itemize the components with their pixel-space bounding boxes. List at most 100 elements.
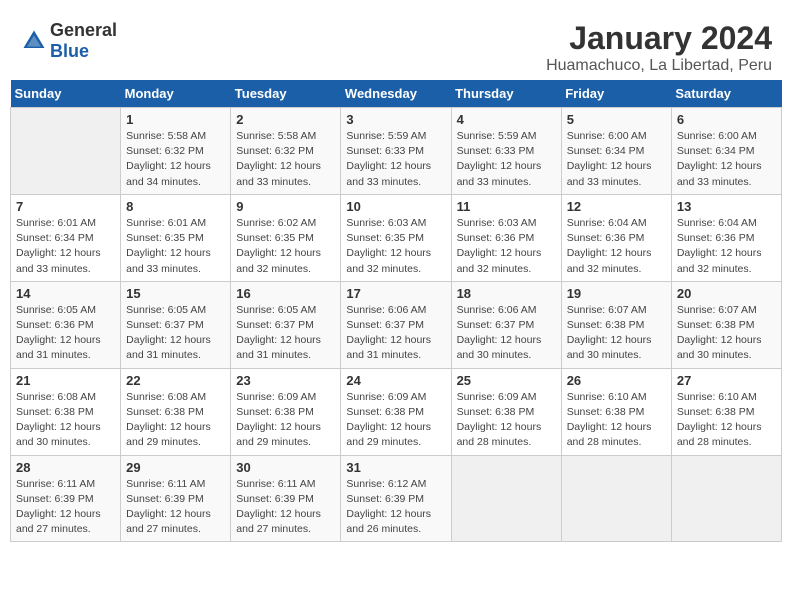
calendar-cell: 29 Sunrise: 6:11 AM Sunset: 6:39 PM Dayli…	[121, 455, 231, 542]
calendar-cell: 15 Sunrise: 6:05 AM Sunset: 6:37 PM Dayli…	[121, 281, 231, 368]
calendar-cell: 26 Sunrise: 6:10 AM Sunset: 6:38 PM Dayli…	[561, 368, 671, 455]
calendar-cell: 5Sunrise: 6:00 AM Sunset: 6:34 PM Daylig…	[561, 108, 671, 195]
day-number: 25	[457, 373, 556, 388]
calendar-cell: 25 Sunrise: 6:09 AM Sunset: 6:38 PM Dayli…	[451, 368, 561, 455]
day-info: Sunrise: 6:11 AM Sunset: 6:39 PM Dayligh…	[126, 477, 225, 538]
calendar-cell: 19 Sunrise: 6:07 AM Sunset: 6:38 PM Dayli…	[561, 281, 671, 368]
day-info: Sunrise: 6:10 AM Sunset: 6:38 PM Dayligh…	[567, 390, 666, 451]
calendar-cell: 24 Sunrise: 6:09 AM Sunset: 6:38 PM Dayli…	[341, 368, 451, 455]
day-number: 21	[16, 373, 115, 388]
header-row: SundayMondayTuesdayWednesdayThursdayFrid…	[11, 80, 782, 108]
day-number: 27	[677, 373, 776, 388]
day-info: Sunrise: 6:06 AM Sunset: 6:37 PM Dayligh…	[457, 303, 556, 364]
page-title: January 2024	[546, 20, 772, 57]
day-info: Sunrise: 6:03 AM Sunset: 6:36 PM Dayligh…	[457, 216, 556, 277]
day-number: 9	[236, 199, 335, 214]
calendar-cell: 4Sunrise: 5:59 AM Sunset: 6:33 PM Daylig…	[451, 108, 561, 195]
day-number: 14	[16, 286, 115, 301]
day-info: Sunrise: 6:07 AM Sunset: 6:38 PM Dayligh…	[567, 303, 666, 364]
day-number: 3	[346, 112, 445, 127]
calendar-cell: 9 Sunrise: 6:02 AM Sunset: 6:35 PM Daylig…	[231, 194, 341, 281]
day-info: Sunrise: 6:11 AM Sunset: 6:39 PM Dayligh…	[236, 477, 335, 538]
logo-text-general: General	[50, 20, 117, 40]
day-number: 13	[677, 199, 776, 214]
header-cell-saturday: Saturday	[671, 80, 781, 108]
day-info: Sunrise: 6:06 AM Sunset: 6:37 PM Dayligh…	[346, 303, 445, 364]
header-cell-tuesday: Tuesday	[231, 80, 341, 108]
calendar-cell	[451, 455, 561, 542]
calendar-cell: 31 Sunrise: 6:12 AM Sunset: 6:39 PM Dayli…	[341, 455, 451, 542]
day-info: Sunrise: 6:05 AM Sunset: 6:37 PM Dayligh…	[236, 303, 335, 364]
day-number: 19	[567, 286, 666, 301]
day-number: 2	[236, 112, 335, 127]
day-number: 28	[16, 460, 115, 475]
day-info: Sunrise: 6:10 AM Sunset: 6:38 PM Dayligh…	[677, 390, 776, 451]
logo-icon	[20, 27, 48, 55]
calendar-cell: 30Sunrise: 6:11 AM Sunset: 6:39 PM Dayli…	[231, 455, 341, 542]
day-info: Sunrise: 6:09 AM Sunset: 6:38 PM Dayligh…	[236, 390, 335, 451]
day-info: Sunrise: 6:09 AM Sunset: 6:38 PM Dayligh…	[457, 390, 556, 451]
calendar-cell	[561, 455, 671, 542]
day-info: Sunrise: 6:00 AM Sunset: 6:34 PM Dayligh…	[677, 129, 776, 190]
day-info: Sunrise: 6:02 AM Sunset: 6:35 PM Dayligh…	[236, 216, 335, 277]
calendar-cell	[11, 108, 121, 195]
day-info: Sunrise: 5:58 AM Sunset: 6:32 PM Dayligh…	[126, 129, 225, 190]
day-number: 12	[567, 199, 666, 214]
day-number: 29	[126, 460, 225, 475]
day-info: Sunrise: 6:04 AM Sunset: 6:36 PM Dayligh…	[677, 216, 776, 277]
header-cell-sunday: Sunday	[11, 80, 121, 108]
calendar-cell: 1 Sunrise: 5:58 AM Sunset: 6:32 PM Daylig…	[121, 108, 231, 195]
calendar-cell: 7 Sunrise: 6:01 AM Sunset: 6:34 PM Daylig…	[11, 194, 121, 281]
logo-text-blue: Blue	[50, 41, 89, 61]
day-number: 11	[457, 199, 556, 214]
day-number: 1	[126, 112, 225, 127]
day-number: 16	[236, 286, 335, 301]
day-info: Sunrise: 5:58 AM Sunset: 6:32 PM Dayligh…	[236, 129, 335, 190]
day-number: 7	[16, 199, 115, 214]
calendar-cell: 10 Sunrise: 6:03 AM Sunset: 6:35 PM Dayli…	[341, 194, 451, 281]
day-number: 6	[677, 112, 776, 127]
day-number: 8	[126, 199, 225, 214]
day-info: Sunrise: 5:59 AM Sunset: 6:33 PM Dayligh…	[457, 129, 556, 190]
day-info: Sunrise: 6:09 AM Sunset: 6:38 PM Dayligh…	[346, 390, 445, 451]
day-number: 10	[346, 199, 445, 214]
day-info: Sunrise: 6:01 AM Sunset: 6:35 PM Dayligh…	[126, 216, 225, 277]
day-info: Sunrise: 6:05 AM Sunset: 6:37 PM Dayligh…	[126, 303, 225, 364]
day-info: Sunrise: 6:04 AM Sunset: 6:36 PM Dayligh…	[567, 216, 666, 277]
calendar-cell: 28Sunrise: 6:11 AM Sunset: 6:39 PM Dayli…	[11, 455, 121, 542]
page-header: General Blue January 2024 Huamachuco, La…	[10, 10, 782, 80]
day-number: 18	[457, 286, 556, 301]
day-number: 15	[126, 286, 225, 301]
day-number: 20	[677, 286, 776, 301]
day-info: Sunrise: 6:12 AM Sunset: 6:39 PM Dayligh…	[346, 477, 445, 538]
day-number: 23	[236, 373, 335, 388]
header-cell-wednesday: Wednesday	[341, 80, 451, 108]
calendar-cell: 14 Sunrise: 6:05 AM Sunset: 6:36 PM Dayli…	[11, 281, 121, 368]
logo: General Blue	[20, 20, 117, 62]
day-info: Sunrise: 6:03 AM Sunset: 6:35 PM Dayligh…	[346, 216, 445, 277]
day-info: Sunrise: 6:08 AM Sunset: 6:38 PM Dayligh…	[16, 390, 115, 451]
calendar-cell: 13 Sunrise: 6:04 AM Sunset: 6:36 PM Dayli…	[671, 194, 781, 281]
calendar-cell: 11 Sunrise: 6:03 AM Sunset: 6:36 PM Dayli…	[451, 194, 561, 281]
calendar-cell	[671, 455, 781, 542]
week-row-5: 28 Sunrise: 6:11 AM Sunset: 6:39 PM Dayli…	[11, 455, 782, 542]
calendar-cell: 22Sunrise: 6:08 AM Sunset: 6:38 PM Dayli…	[121, 368, 231, 455]
day-number: 26	[567, 373, 666, 388]
calendar-cell: 16 Sunrise: 6:05 AM Sunset: 6:37 PM Dayli…	[231, 281, 341, 368]
day-info: Sunrise: 6:05 AM Sunset: 6:36 PM Dayligh…	[16, 303, 115, 364]
header-cell-thursday: Thursday	[451, 80, 561, 108]
day-info: Sunrise: 6:08 AM Sunset: 6:38 PM Dayligh…	[126, 390, 225, 451]
calendar-cell: 23 Sunrise: 6:09 AM Sunset: 6:38 PM Dayli…	[231, 368, 341, 455]
day-info: Sunrise: 5:59 AM Sunset: 6:33 PM Dayligh…	[346, 129, 445, 190]
title-block: January 2024 Huamachuco, La Libertad, Pe…	[546, 20, 772, 75]
calendar-cell: 12 Sunrise: 6:04 AM Sunset: 6:36 PM Dayli…	[561, 194, 671, 281]
day-number: 24	[346, 373, 445, 388]
page-subtitle: Huamachuco, La Libertad, Peru	[546, 57, 772, 75]
calendar-cell: 21 Sunrise: 6:08 AM Sunset: 6:38 PM Dayli…	[11, 368, 121, 455]
calendar-cell: 2 Sunrise: 5:58 AM Sunset: 6:32 PM Daylig…	[231, 108, 341, 195]
day-number: 31	[346, 460, 445, 475]
day-number: 5	[567, 112, 666, 127]
header-cell-friday: Friday	[561, 80, 671, 108]
day-info: Sunrise: 6:01 AM Sunset: 6:34 PM Dayligh…	[16, 216, 115, 277]
week-row-3: 14 Sunrise: 6:05 AM Sunset: 6:36 PM Dayli…	[11, 281, 782, 368]
